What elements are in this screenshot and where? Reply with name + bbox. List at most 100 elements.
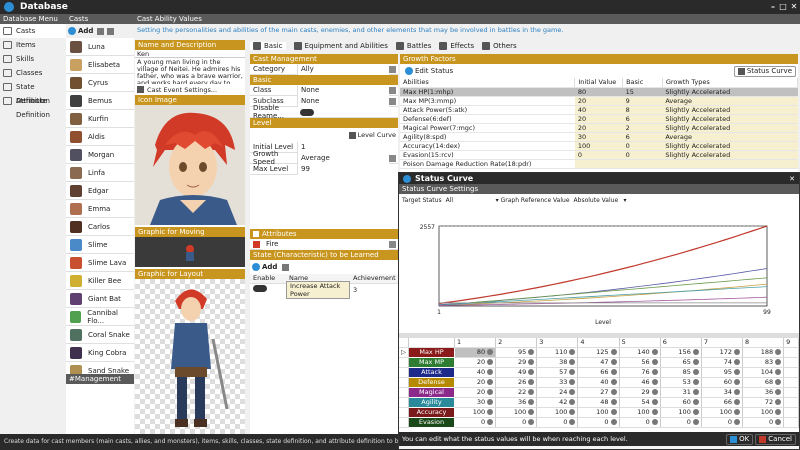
status-value-cell[interactable]: 100 (619, 407, 661, 418)
list-item[interactable]: Linfa (66, 164, 134, 182)
management-tags[interactable]: #Management Tags (66, 374, 134, 393)
edit-dot-icon[interactable] (692, 349, 699, 355)
status-value-cell[interactable]: 0 (701, 417, 743, 428)
growth-cell-type[interactable]: Slightly Accelerated (662, 123, 798, 133)
status-value-cell[interactable] (783, 407, 799, 418)
table-row[interactable]: Max MP 20 29 38 47 56 65 74 83 (399, 356, 799, 368)
growth-cell-name[interactable]: Max MP(3:mmp) (400, 96, 575, 106)
status-value-cell[interactable]: 100 (454, 407, 497, 418)
edit-dot-icon[interactable] (692, 399, 699, 405)
layout-graphic[interactable] (135, 279, 245, 439)
edit-dot-icon[interactable] (610, 379, 617, 385)
status-value-cell[interactable]: 29 (619, 387, 661, 398)
tab-battles[interactable]: Battles (395, 42, 431, 50)
status-value-cell[interactable]: 100 (495, 407, 538, 418)
edit-dot-icon[interactable] (610, 399, 617, 405)
status-value-cell[interactable]: 33 (536, 377, 579, 388)
growth-cell-basic[interactable] (622, 159, 663, 169)
subclass-select[interactable]: None (297, 95, 389, 107)
chevron-down-icon[interactable]: ▾ (624, 197, 627, 204)
sidebar-item-items[interactable]: Items (0, 38, 66, 52)
growth-cell-basic[interactable]: 6 (622, 114, 663, 124)
status-value-cell[interactable]: 0 (495, 417, 538, 428)
status-value-cell[interactable]: 74 (701, 357, 743, 368)
list-item[interactable]: Elisabeta (66, 56, 134, 74)
table-row[interactable]: Agility 30 36 42 48 54 60 66 72 (399, 396, 799, 408)
edit-dot-icon[interactable] (692, 379, 699, 385)
table-row[interactable]: Agility(8:spd) 30 6 Average (400, 132, 798, 142)
edit-dot-icon[interactable] (775, 389, 782, 395)
status-value-cell[interactable]: 31 (660, 387, 702, 398)
edit-dot-icon[interactable] (528, 379, 535, 385)
growth-cell-type[interactable]: Slightly Accelerated (662, 141, 798, 151)
edit-dot-icon[interactable] (528, 349, 535, 355)
edit-dot-icon[interactable] (733, 369, 740, 375)
growth-cell-name[interactable]: Max HP(1:mhp) (400, 87, 575, 97)
status-value-cell[interactable]: 57 (536, 367, 579, 378)
status-curve-button[interactable]: Status Curve (733, 65, 796, 77)
growth-cell-type[interactable]: Slightly Accelerated (662, 87, 798, 97)
edit-dot-icon[interactable] (651, 379, 658, 385)
attribute-value[interactable]: Fire (263, 238, 389, 250)
status-value-cell[interactable]: 100 (660, 407, 702, 418)
growth-cell-type[interactable]: Slightly Accelerated (662, 150, 798, 160)
edit-dot-icon[interactable] (487, 389, 494, 395)
list-item[interactable]: Kurfin (66, 110, 134, 128)
status-value-cell[interactable] (783, 397, 799, 408)
chevron-down-icon[interactable] (389, 97, 396, 105)
table-row[interactable]: Attack Power(5:atk) 40 8 Slightly Accelerat… (400, 105, 798, 115)
growth-cell-name[interactable]: Defense(6:def) (400, 114, 575, 124)
sidebar-item-attribute-definition[interactable]: Attribute Definition (0, 94, 66, 119)
growth-cell-name[interactable]: Agility(8:spd) (400, 132, 575, 142)
list-item[interactable]: Carlos (66, 218, 134, 236)
list-item[interactable]: Slime Lava (66, 254, 134, 272)
growth-cell-name[interactable]: Accuracy(14:dex) (400, 141, 575, 151)
class-select[interactable]: None (297, 84, 389, 96)
edit-dot-icon[interactable] (733, 419, 740, 425)
status-value-cell[interactable] (783, 367, 799, 378)
status-value-cell[interactable]: 22 (495, 387, 538, 398)
moving-graphic[interactable] (135, 237, 245, 267)
ok-button[interactable]: OK (726, 433, 754, 445)
growth-cell-init[interactable]: 20 (574, 96, 623, 106)
sidebar-item-classes[interactable]: Classes (0, 66, 66, 80)
edit-dot-icon[interactable] (651, 399, 658, 405)
edit-dot-icon[interactable] (692, 419, 699, 425)
edit-dot-icon[interactable] (692, 359, 699, 365)
status-value-cell[interactable]: 36 (742, 387, 785, 398)
status-value-cell[interactable]: 68 (742, 377, 785, 388)
status-value-cell[interactable]: 60 (701, 377, 743, 388)
edit-dot-icon[interactable] (610, 359, 617, 365)
status-value-cell[interactable]: 66 (701, 397, 743, 408)
edit-dot-icon[interactable] (487, 409, 494, 415)
sidebar-item-casts[interactable]: Casts (0, 24, 66, 38)
status-value-cell[interactable]: 83 (742, 357, 785, 368)
delete-icon[interactable] (97, 27, 105, 35)
initial-level-input[interactable]: 1 (297, 141, 398, 153)
list-item[interactable]: Coral Snake (66, 326, 134, 344)
list-item[interactable]: Edgar (66, 182, 134, 200)
status-value-cell[interactable]: 0 (536, 417, 579, 428)
status-value-cell[interactable]: 46 (619, 377, 661, 388)
growth-speed-select[interactable]: Average (297, 152, 389, 164)
edit-dot-icon[interactable] (692, 369, 699, 375)
edit-dot-icon[interactable] (651, 349, 658, 355)
status-value-cell[interactable]: 110 (536, 347, 579, 358)
status-value-cell[interactable]: 172 (701, 347, 743, 358)
edit-dot-icon[interactable] (692, 389, 699, 395)
growth-cell-name[interactable]: Evasion(15:rcv) (400, 150, 575, 160)
cast-name-input[interactable]: Ken (135, 50, 245, 58)
table-row[interactable]: Accuracy 100 100 100 100 100 100 100 100 (399, 406, 799, 418)
status-value-cell[interactable]: 125 (577, 347, 620, 358)
edit-dot-icon[interactable] (775, 369, 782, 375)
tab-others[interactable]: Others (482, 42, 517, 50)
add-state-button[interactable]: Add (262, 263, 277, 271)
growth-cell-basic[interactable]: 15 (622, 87, 663, 97)
sidebar-item-skills[interactable]: Skills (0, 52, 66, 66)
edit-dot-icon[interactable] (733, 399, 740, 405)
status-value-cell[interactable]: 100 (577, 407, 620, 418)
status-value-cell[interactable]: 56 (619, 357, 661, 368)
growth-cell-basic[interactable]: 6 (622, 132, 663, 142)
status-value-cell[interactable]: 26 (495, 377, 538, 388)
status-value-cell[interactable] (783, 377, 799, 388)
